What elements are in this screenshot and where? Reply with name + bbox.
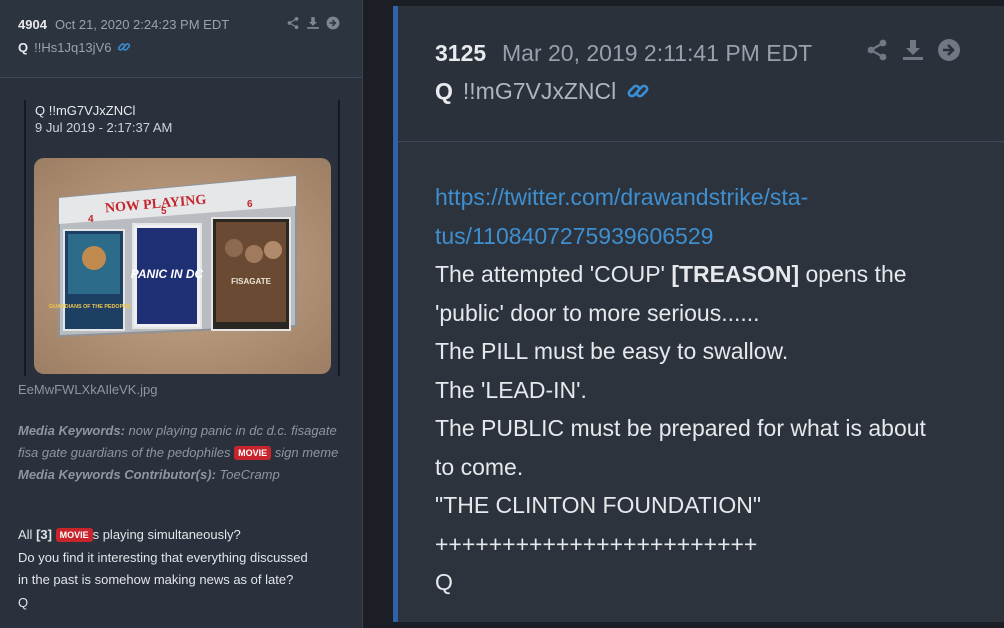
- contributor-label: Media Keywords Contributor(s):: [18, 467, 216, 482]
- content-line-2: 'public' door to more serious......: [435, 299, 760, 326]
- post-content: https://twitter.com/drawandstrike/sta- t…: [435, 178, 975, 602]
- forward-icon[interactable]: [326, 16, 340, 30]
- download-icon[interactable]: [306, 16, 320, 30]
- content-text: opens the: [799, 261, 907, 287]
- left-post-body: All [3] MOVIE s playing simultaneously? D…: [18, 524, 353, 614]
- post-number[interactable]: 4904: [18, 17, 47, 32]
- screen-number-5: 5: [161, 206, 167, 217]
- post-date: Mar 20, 2019 2:11:41 PM EDT: [502, 40, 813, 66]
- post-actions: [865, 38, 961, 67]
- left-post-header: 4904 Oct 21, 2020 2:24:23 PM EDT Q !!Hs1J…: [0, 0, 362, 78]
- image-filename[interactable]: EeMwFWLXkAIleVK.jpg: [18, 382, 157, 397]
- quote-image[interactable]: NOW PLAYING 4 5 6 GUARDIANS OF THE PEDOP…: [34, 158, 331, 374]
- twitter-link-line-1[interactable]: https://twitter.com/drawandstrike/sta-: [435, 178, 975, 217]
- content-line-9: Q: [435, 569, 453, 595]
- body-text: All: [18, 527, 37, 542]
- movie-tag[interactable]: MOVIE: [234, 446, 272, 460]
- post-date: Oct 21, 2020 2:24:23 PM EDT: [55, 17, 230, 32]
- author-name: Q: [18, 40, 29, 55]
- twitter-link-line-2[interactable]: tus/1108407275939606529: [435, 217, 975, 256]
- tripcode: !!mG7VJxZNCl: [462, 78, 617, 104]
- quote-date: 9 Jul 2019 - 2:17:37 AM: [35, 120, 173, 135]
- screen-number-4: 4: [88, 214, 94, 225]
- share-icon[interactable]: [865, 38, 889, 67]
- poster-fisagate: FISAGATE: [231, 277, 272, 286]
- content-text: The attempted 'COUP': [435, 261, 672, 287]
- download-icon[interactable]: [901, 38, 925, 67]
- post-number[interactable]: 3125: [435, 40, 486, 67]
- content-line-3: The PILL must be easy to swallow.: [435, 338, 789, 364]
- share-icon[interactable]: [286, 16, 300, 30]
- link-icon[interactable]: [117, 40, 131, 57]
- content-line-5: The PUBLIC must be prepared for what is …: [435, 415, 926, 441]
- content-line-7: "THE CLINTON FOUNDATION": [435, 492, 761, 518]
- right-post-header: 3125 Mar 20, 2019 2:11:41 PM EDT Q !!mG7V…: [398, 6, 1004, 142]
- body-line-4: Q: [18, 594, 29, 610]
- body-bold: [3]: [36, 527, 52, 542]
- content-line-8: ++++++++++++++++++++++++: [435, 530, 758, 557]
- content-line-4: The 'LEAD-IN'.: [435, 376, 587, 403]
- quote-author: Q !!mG7VJxZNCl: [35, 103, 136, 118]
- forward-icon[interactable]: [937, 38, 961, 67]
- media-keywords-suffix: sign meme: [274, 445, 339, 460]
- content-line-1: The attempted 'COUP' [TREASON] opens the: [435, 255, 975, 294]
- body-line-3: in the past is somehow making news as of…: [18, 572, 294, 587]
- poster-panic: PANIC IN DC: [131, 267, 204, 281]
- right-post: 3125 Mar 20, 2019 2:11:41 PM EDT Q !!mG7V…: [393, 6, 1004, 622]
- right-post-body: https://twitter.com/drawandstrike/sta- t…: [398, 142, 1004, 622]
- body-line-1: All [3] MOVIE s playing simultaneously?: [18, 524, 353, 547]
- post-author: Q !!Hs1Jq13jV6: [18, 40, 131, 57]
- body-text: s playing simultaneously?: [92, 527, 241, 542]
- movie-tag-inline[interactable]: MOVIE: [55, 528, 93, 542]
- content-line-6: to come.: [435, 453, 524, 480]
- quoted-post: Q !!mG7VJxZNCl 9 Jul 2019 - 2:17:37 AM N…: [24, 100, 340, 376]
- poster-guardians: GUARDIANS OF THE PEDOPHILES: [49, 304, 140, 310]
- link-icon[interactable]: [626, 79, 650, 109]
- left-post: 4904 Oct 21, 2020 2:24:23 PM EDT Q !!Hs1J…: [0, 0, 363, 628]
- tripcode: !!Hs1Jq13jV6: [34, 40, 112, 55]
- media-keywords: Media Keywords: now playing panic in dc …: [18, 420, 353, 486]
- body-line-2: Do you find it interesting that everythi…: [18, 549, 308, 565]
- post-actions: [286, 16, 340, 30]
- contributor-name: ToeCramp: [219, 467, 280, 482]
- media-keywords-label: Media Keywords:: [18, 423, 125, 438]
- screen-number-6: 6: [247, 199, 253, 210]
- author-name: Q: [435, 78, 453, 104]
- content-bold: [TREASON]: [671, 261, 800, 287]
- post-author: Q !!mG7VJxZNCl: [435, 78, 650, 109]
